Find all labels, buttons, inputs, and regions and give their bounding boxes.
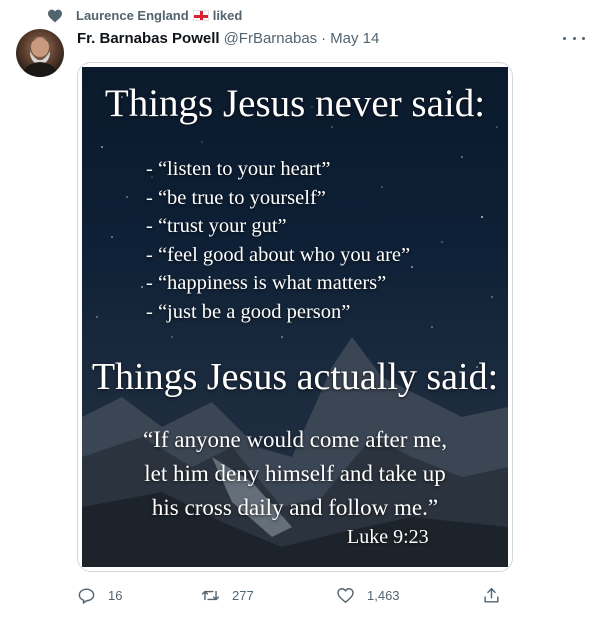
scripture-quote: “If anyone would come after me, let him … (82, 423, 508, 525)
separator-dot: · (321, 30, 327, 47)
share-icon (484, 588, 499, 603)
list-item: - “be true to yourself” (146, 186, 326, 209)
liker-name[interactable]: Laurence England (76, 8, 189, 23)
retweet-count: 277 (232, 588, 254, 603)
quote-line: let him deny himself and take up (144, 461, 446, 486)
retweet-button[interactable]: 277 (201, 586, 254, 605)
scripture-reference: Luke 9:23 (347, 526, 429, 548)
reply-button[interactable]: 16 (77, 586, 122, 605)
media-image: Things Jesus never said: - “listen to yo… (82, 67, 508, 567)
share-button[interactable] (482, 586, 501, 605)
tweet-action-bar: 16 277 1,463 (77, 586, 507, 608)
tweet-date[interactable]: May 14 (330, 30, 379, 47)
never-said-list: - “listen to your heart” - “be true to y… (146, 155, 410, 326)
list-item: - “trust your gut” (146, 215, 287, 237)
like-button[interactable]: 1,463 (336, 586, 400, 605)
author-name[interactable]: Fr. Barnabas Powell (77, 30, 220, 47)
retweet-icon (201, 590, 220, 601)
list-item: - “just be a good person” (146, 300, 351, 323)
more-icon[interactable] (563, 30, 585, 46)
reply-icon (78, 588, 95, 604)
author-handle[interactable]: @FrBarnabas (224, 30, 318, 47)
list-item: - “happiness is what matters” (146, 272, 387, 294)
avatar[interactable] (16, 29, 64, 77)
tweet-header: Fr. Barnabas Powell @FrBarnabas · May 14 (77, 30, 379, 47)
list-item: - “feel good about who you are” (146, 243, 411, 266)
list-item: - “listen to your heart” (146, 158, 331, 180)
like-icon (337, 588, 354, 603)
quote-line: “If anyone would come after me, (143, 427, 447, 452)
image-heading-actually-said: Things Jesus actually said: (91, 356, 499, 398)
quote-line: his cross daily and follow me.” (151, 495, 439, 520)
tweet-media[interactable]: Things Jesus never said: - “listen to yo… (77, 62, 513, 572)
england-flag-icon (192, 10, 209, 21)
like-count: 1,463 (367, 588, 400, 603)
liked-label: liked (212, 8, 243, 23)
social-context: Laurence England liked (48, 8, 242, 23)
image-heading-never-said: Things Jesus never said: (104, 82, 486, 125)
reply-count: 16 (108, 588, 123, 603)
